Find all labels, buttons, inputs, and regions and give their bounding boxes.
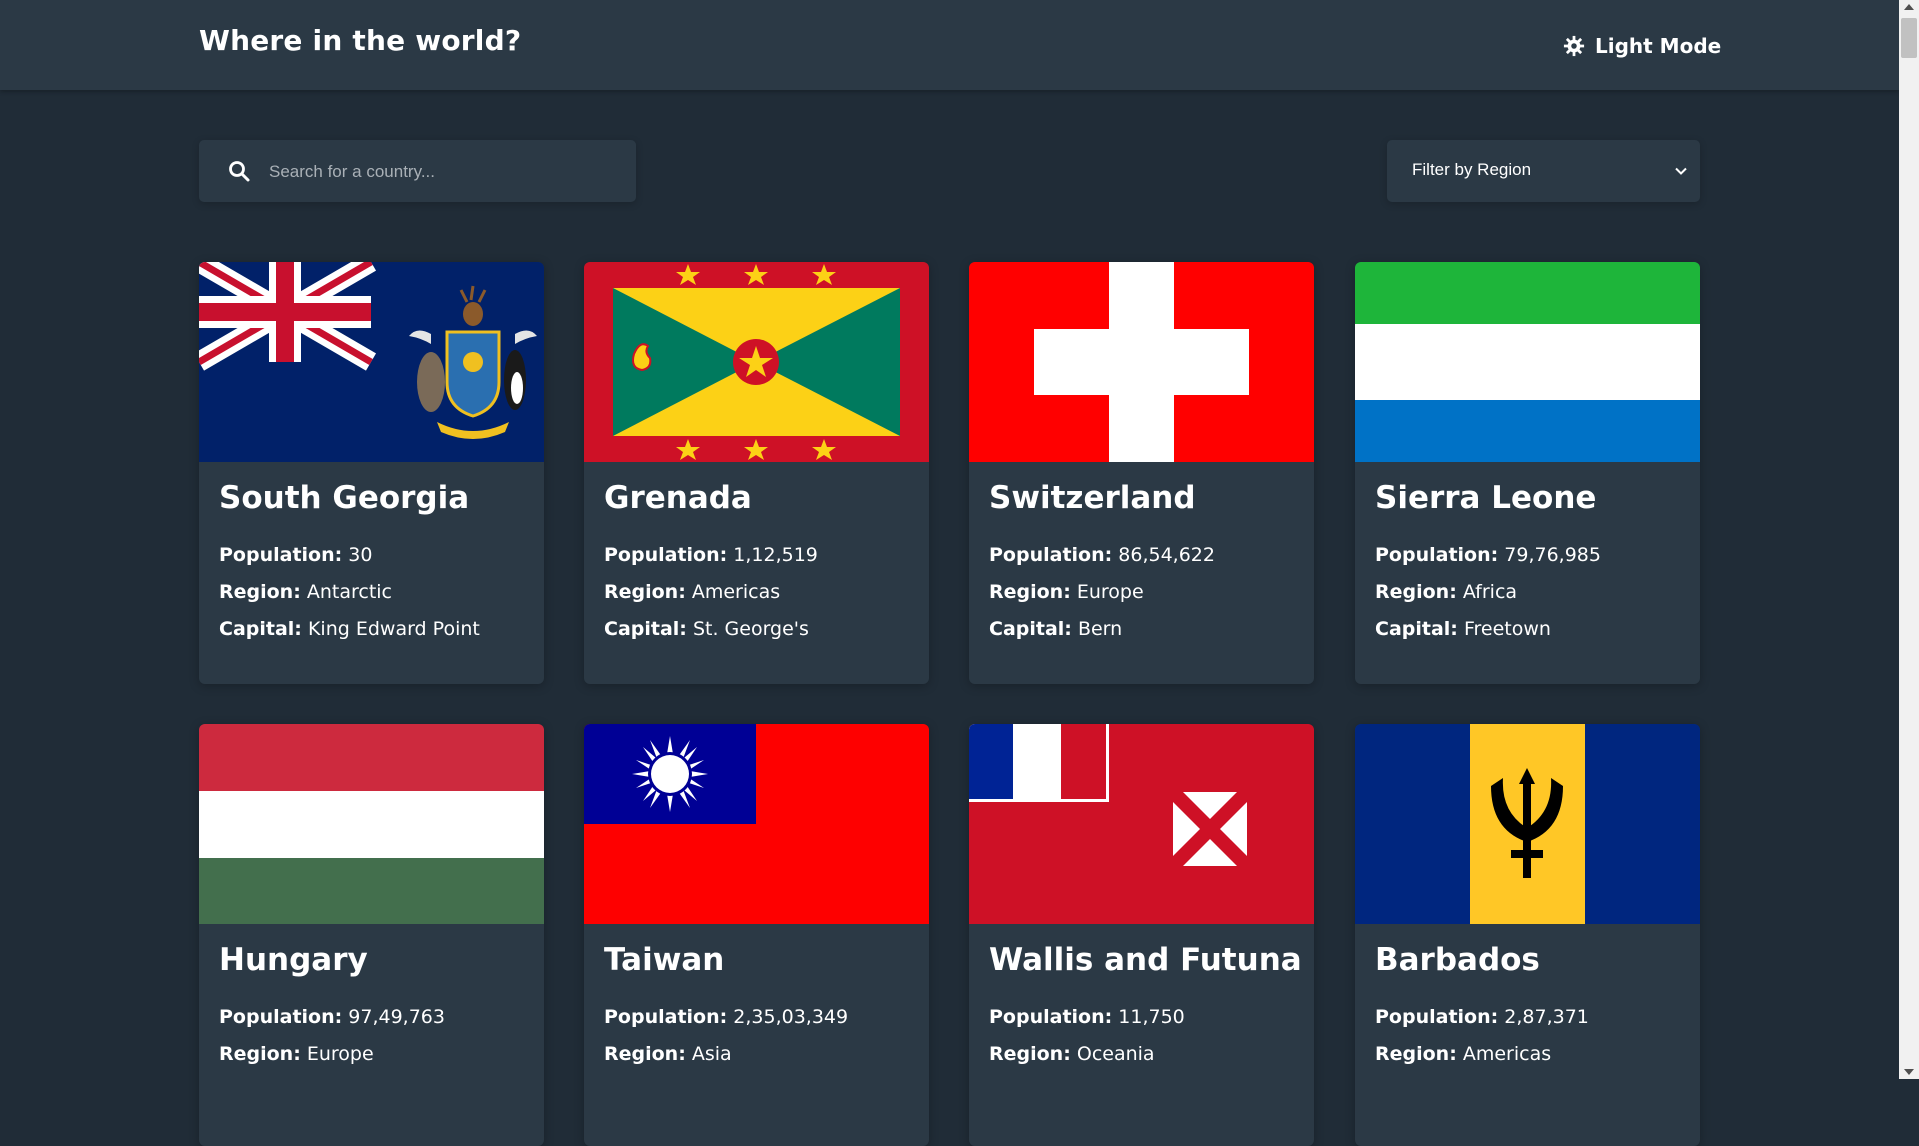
region-label: Region: <box>604 1043 686 1065</box>
country-card[interactable]: Switzerland Population: 86,54,622 Region… <box>969 262 1314 684</box>
capital-label: Capital: <box>604 618 687 640</box>
capital-value: Freetown <box>1463 618 1551 640</box>
population-value: 2,87,371 <box>1504 1006 1589 1028</box>
region-filter-select[interactable]: Filter by Region <box>1387 140 1700 202</box>
app-title: Where in the world? <box>199 24 522 57</box>
region-row: Region: Americas <box>604 581 780 603</box>
country-name: Switzerland <box>989 480 1196 516</box>
region-value: Europe <box>306 1043 374 1065</box>
scrollbar[interactable] <box>1899 0 1919 1079</box>
theme-toggle-label: Light Mode <box>1595 34 1722 58</box>
search-box <box>199 140 636 204</box>
region-row: Region: Europe <box>219 1043 374 1065</box>
scrollbar-thumb[interactable] <box>1901 18 1917 58</box>
sierra-leone-flag <box>1355 262 1700 462</box>
country-name: Taiwan <box>604 942 725 978</box>
capital-row: Capital: King Edward Point <box>219 618 480 640</box>
barbados-flag <box>1355 724 1700 924</box>
population-row: Population: 2,35,03,349 <box>604 1006 848 1028</box>
region-row: Region: Europe <box>989 581 1144 603</box>
search-icon <box>229 161 250 182</box>
region-value: Oceania <box>1076 1043 1155 1065</box>
population-row: Population: 86,54,622 <box>989 544 1215 566</box>
region-value: Antarctic <box>306 581 393 603</box>
search-input[interactable] <box>267 140 611 204</box>
capital-row: Capital: Bern <box>989 618 1122 640</box>
chevron-down-icon <box>1675 167 1687 175</box>
capital-label: Capital: <box>1375 618 1458 640</box>
region-label: Region: <box>219 1043 301 1065</box>
taiwan-flag <box>584 724 929 924</box>
country-name: Wallis and Futuna <box>989 942 1302 978</box>
region-label: Region: <box>989 581 1071 603</box>
population-label: Population: <box>604 1006 728 1028</box>
region-label: Region: <box>989 1043 1071 1065</box>
population-label: Population: <box>989 544 1113 566</box>
region-value: Americas <box>1462 1043 1552 1065</box>
capital-value: Bern <box>1077 618 1123 640</box>
region-value: Europe <box>1076 581 1144 603</box>
population-label: Population: <box>219 1006 343 1028</box>
country-card[interactable]: Barbados Population: 2,87,371 Region: Am… <box>1355 724 1700 1146</box>
south-georgia-flag <box>199 262 544 462</box>
capital-row: Capital: Freetown <box>1375 618 1551 640</box>
region-value: Asia <box>691 1043 732 1065</box>
region-row: Region: Asia <box>604 1043 732 1065</box>
country-name: Grenada <box>604 480 752 516</box>
population-row: Population: 1,12,519 <box>604 544 818 566</box>
population-value: 86,54,622 <box>1118 544 1215 566</box>
region-filter-label: Filter by Region <box>1412 160 1532 179</box>
population-label: Population: <box>604 544 728 566</box>
population-row: Population: 79,76,985 <box>1375 544 1601 566</box>
region-label: Region: <box>1375 1043 1457 1065</box>
country-card[interactable]: Sierra Leone Population: 79,76,985 Regio… <box>1355 262 1700 684</box>
region-row: Region: Africa <box>1375 581 1517 603</box>
population-label: Population: <box>989 1006 1113 1028</box>
capital-row: Capital: St. George's <box>604 618 809 640</box>
country-card[interactable]: Wallis and Futuna Population: 11,750 Reg… <box>969 724 1314 1146</box>
country-name: Sierra Leone <box>1375 480 1597 516</box>
population-row: Population: 11,750 <box>989 1006 1185 1028</box>
country-card[interactable]: Grenada Population: 1,12,519 Region: Ame… <box>584 262 929 684</box>
population-row: Population: 2,87,371 <box>1375 1006 1589 1028</box>
country-card[interactable]: South Georgia Population: 30 Region: Ant… <box>199 262 544 684</box>
population-value: 97,49,763 <box>348 1006 445 1028</box>
population-value: 1,12,519 <box>733 544 818 566</box>
country-card[interactable]: Hungary Population: 97,49,763 Region: Eu… <box>199 724 544 1146</box>
capital-value: St. George's <box>692 618 809 640</box>
region-value: Africa <box>1462 581 1518 603</box>
scroll-down-arrow[interactable] <box>1904 1069 1914 1075</box>
capital-label: Capital: <box>989 618 1072 640</box>
top-bar: Where in the world? Light Mode <box>0 0 1899 90</box>
country-name: Barbados <box>1375 942 1540 978</box>
region-row: Region: Antarctic <box>219 581 392 603</box>
population-value: 2,35,03,349 <box>733 1006 849 1028</box>
capital-value: King Edward Point <box>307 618 480 640</box>
theme-toggle-button[interactable]: Light Mode <box>1563 30 1721 62</box>
wallis-and-futuna-flag <box>969 724 1314 924</box>
country-card[interactable]: Taiwan Population: 2,35,03,349 Region: A… <box>584 724 929 1146</box>
population-value: 30 <box>348 544 373 566</box>
scroll-up-arrow[interactable] <box>1904 4 1914 10</box>
country-name: South Georgia <box>219 480 470 516</box>
region-value: Americas <box>691 581 781 603</box>
region-label: Region: <box>1375 581 1457 603</box>
population-value: 79,76,985 <box>1504 544 1601 566</box>
population-row: Population: 30 <box>219 544 372 566</box>
region-label: Region: <box>604 581 686 603</box>
capital-label: Capital: <box>219 618 302 640</box>
population-label: Population: <box>1375 1006 1499 1028</box>
region-row: Region: Americas <box>1375 1043 1551 1065</box>
switzerland-flag <box>969 262 1314 462</box>
hungary-flag <box>199 724 544 924</box>
region-label: Region: <box>219 581 301 603</box>
gear-icon <box>1563 35 1585 57</box>
population-row: Population: 97,49,763 <box>219 1006 445 1028</box>
grenada-flag <box>584 262 929 462</box>
country-name: Hungary <box>219 942 368 978</box>
population-label: Population: <box>1375 544 1499 566</box>
region-row: Region: Oceania <box>989 1043 1155 1065</box>
population-label: Population: <box>219 544 343 566</box>
population-value: 11,750 <box>1118 1006 1185 1028</box>
